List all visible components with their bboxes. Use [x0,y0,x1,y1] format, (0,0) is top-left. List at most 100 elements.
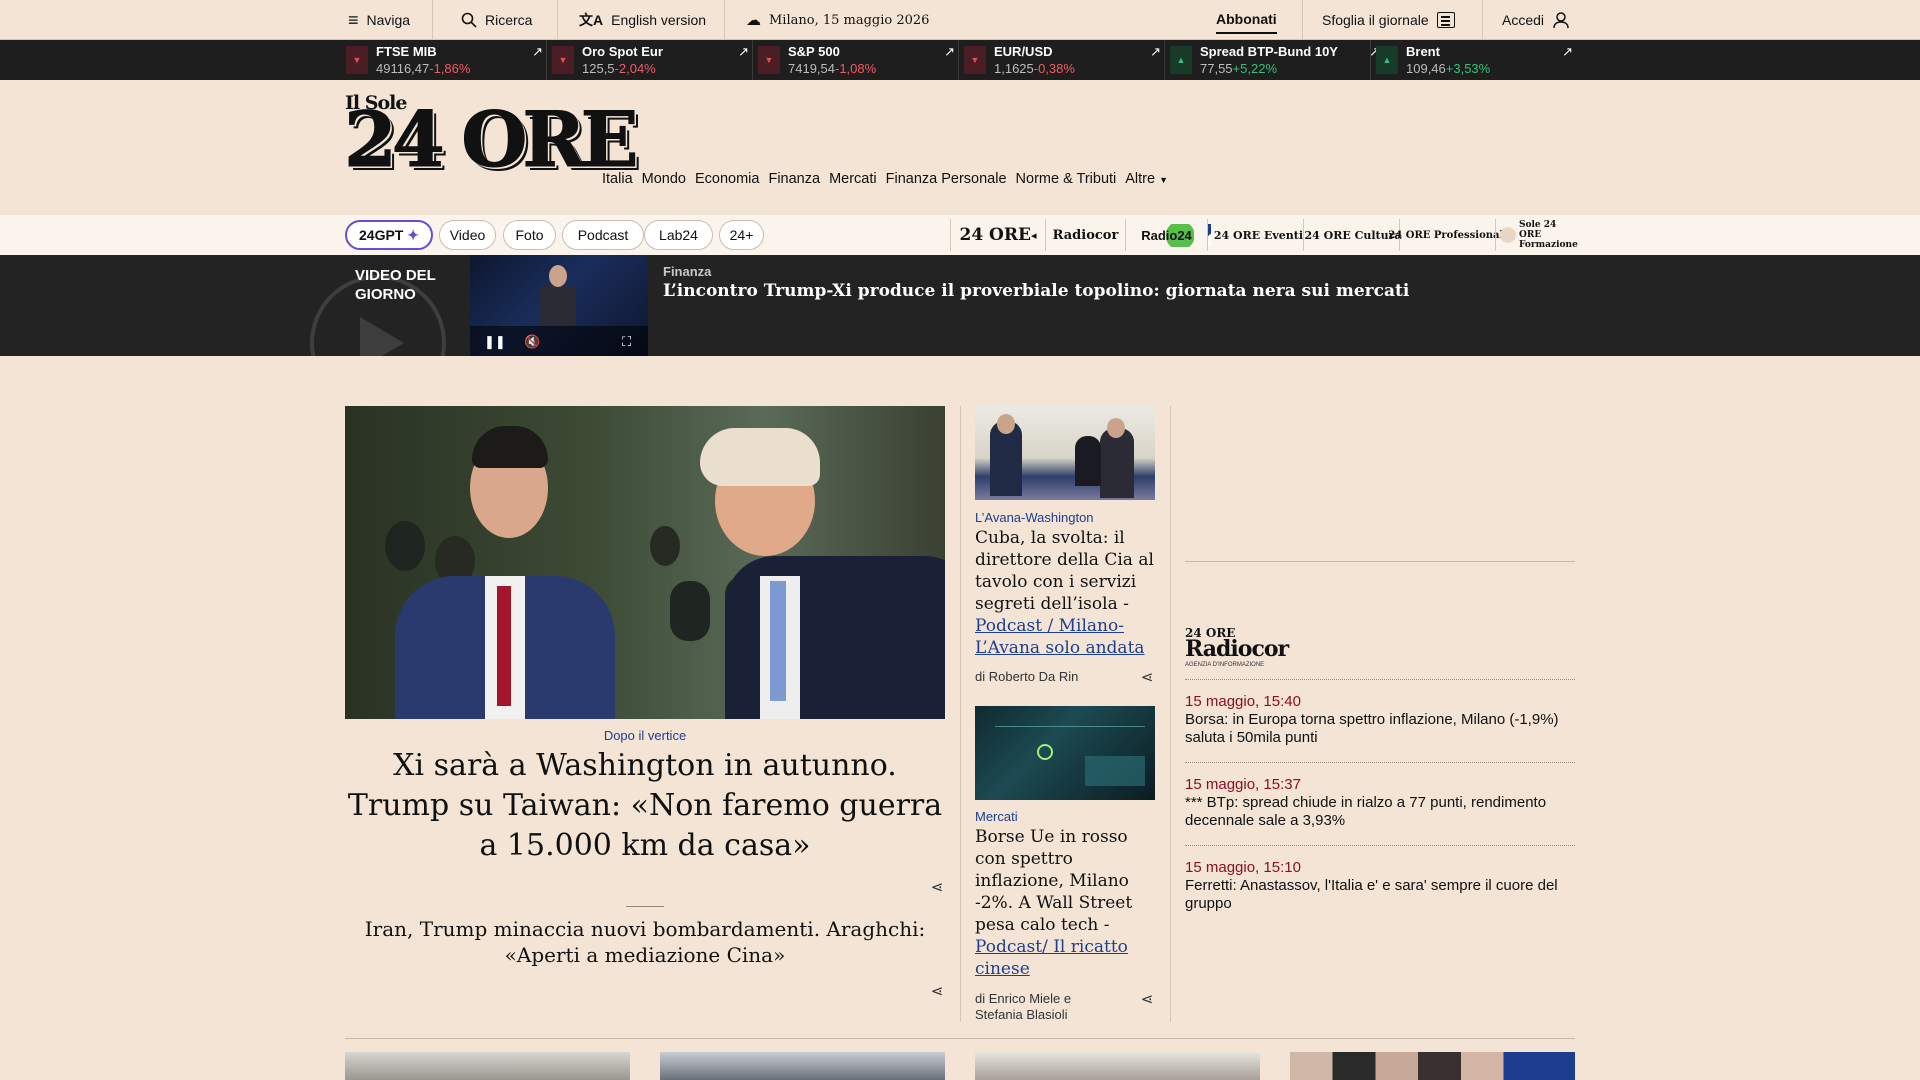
article-image[interactable] [660,1052,945,1080]
video-title[interactable]: L’incontro Trump-Xi produce il proverbia… [663,281,1409,301]
ticker-item[interactable]: ▼ S&P 500 7419,54-1,08% ↗ [758,40,963,80]
nav-item-mondo[interactable]: Mondo [642,171,686,187]
video-player[interactable]: ❚❚ 🔇 ⛶ [470,255,648,356]
hero-kicker[interactable]: Dopo il vertice [345,728,945,743]
fullscreen-icon[interactable]: ⛶ [622,334,631,350]
caret-down-icon: ▼ [1159,175,1169,185]
ticker-value: 77,55+5,22% [1200,61,1277,76]
nav-item-norme-tributi[interactable]: Norme & Tributi [1016,171,1117,187]
nav-item-finanza-personale[interactable]: Finanza Personale [886,171,1007,187]
logo-24-ore[interactable]: 24 ORE [344,101,640,178]
brand-radio24[interactable]: Radio24 [1125,219,1207,251]
news-item[interactable]: *** BTp: spread chiude in rialzo a 77 pu… [1185,794,1575,830]
nav-item-altre[interactable]: Altre ▼ [1125,171,1168,187]
divider [1185,845,1575,846]
up-arrow-icon: ▲ [1376,46,1398,74]
share-icon[interactable]: ⋖ [1138,991,1156,1009]
article-image[interactable] [1290,1052,1575,1080]
brand-24ore[interactable]: 24 ORE ◂ [950,219,1045,251]
translate-icon: 文A [579,12,604,28]
article-title[interactable]: Cuba, la svolta: il direttore della Cia … [975,527,1160,659]
external-arrow-icon[interactable]: ↗ [944,44,955,60]
weather-widget[interactable]: ☁ Milano, 15 maggio 2026 [746,0,929,40]
mute-icon[interactable]: 🔇 [524,334,540,350]
podcast-link[interactable]: Podcast / Milano-L’Avana solo andata [975,616,1145,658]
sfoglia-giornale-link[interactable]: Sfoglia il giornale [1322,0,1455,40]
share-icon[interactable]: ⋖ [1138,669,1156,687]
english-label: English version [611,12,707,28]
hero-subtitle[interactable]: Iran, Trump minaccia nuovi bombardamenti… [345,916,945,968]
article-kicker[interactable]: L’Avana-Washington [975,510,1094,525]
naviga-button[interactable]: ≡ Naviga [348,0,410,40]
external-arrow-icon[interactable]: ↗ [738,44,749,60]
podcast-link[interactable]: Podcast/ Il ricatto cinese [975,937,1128,979]
brand-24ore-professionale[interactable]: 24 ORE Professionale [1388,219,1510,251]
article-title[interactable]: Borse Ue in rosso con spettro inflazione… [975,826,1160,980]
newspaper-icon [1436,12,1455,28]
pill-foto[interactable]: Foto [503,220,556,250]
ticker-value: 7419,54-1,08% [788,61,877,76]
hamburger-icon: ≡ [348,9,359,30]
english-version-link[interactable]: 文A English version [579,0,706,40]
video-label: VIDEO DEL GIORNO [355,267,436,303]
article-image[interactable] [975,1052,1260,1080]
share-icon[interactable]: ⋖ [928,879,946,897]
nav-item-economia[interactable]: Economia [695,171,759,187]
radiocor-logo-sub: AGENZIA D'INFORMAZIONE [1185,662,1265,668]
share-icon[interactable]: ⋖ [928,983,946,1001]
ticker-item[interactable]: ▼ Oro Spot Eur 125,5-2,04% ↗ [552,40,757,80]
nav-item-mercati[interactable]: Mercati [829,171,877,187]
article-image-cuba[interactable] [975,406,1155,500]
brand-formazione[interactable]: Sole 24 ORE Formazione [1495,219,1578,251]
pill-24plus[interactable]: 24+ [719,220,764,250]
down-arrow-icon: ▼ [758,46,780,74]
search-label: Ricerca [485,12,533,28]
sfoglia-label: Sfoglia il giornale [1322,12,1429,28]
article-image[interactable] [345,1052,630,1080]
ticker-item[interactable]: ▼ EUR/USD 1,1625-0,38% ↗ [964,40,1169,80]
article-kicker[interactable]: Mercati [975,809,1018,824]
pill-podcast[interactable]: Podcast [562,220,644,250]
external-arrow-icon[interactable]: ↗ [1562,44,1573,60]
external-arrow-icon[interactable]: ↗ [1150,44,1161,60]
ticker-value: 49116,47-1,86% [376,61,471,76]
ticker-item[interactable]: ▲ Spread BTP-Bund 10Y 77,55+5,22% ↗ [1170,40,1380,80]
ticker-name: FTSE MIB [376,44,437,59]
radiocor-logo-text[interactable]: Radiocor [1185,636,1289,662]
ticker-value: 125,5-2,04% [582,61,656,76]
accedi-button[interactable]: Accedi [1502,0,1570,40]
divider [345,1038,1575,1039]
ticker-name: Brent [1406,44,1440,59]
video-thumbnail-person [540,263,576,325]
article-image-borse[interactable] [975,706,1155,800]
market-ticker: ▼ FTSE MIB 49116,47-1,86% ↗ ▼ Oro Spot E… [0,40,1920,80]
external-arrow-icon[interactable]: ↗ [532,44,543,60]
nav-item-italia[interactable]: Italia [602,171,633,187]
hero-image[interactable] [345,406,945,719]
pill-video[interactable]: Video [439,220,496,250]
brand-radiocor[interactable]: Radiocor [1045,219,1125,251]
down-arrow-icon: ▼ [552,46,574,74]
abbonati-link[interactable]: Abbonati [1216,6,1277,34]
brand-24ore-eventi[interactable]: 24 ORE Eventi [1207,219,1303,251]
news-item[interactable]: Borsa: in Europa torna spettro inflazion… [1185,711,1575,747]
pause-icon[interactable]: ❚❚ [484,334,506,350]
article-author: di Roberto Da Rin [975,669,1079,684]
nav-item-finanza[interactable]: Finanza [768,171,820,187]
hero-title[interactable]: Xi sarà a Washington in autunno. Trump s… [345,746,945,866]
main-nav: Italia Mondo Economia Finanza Mercati Fi… [602,171,1168,187]
cloud-rain-icon: ☁ [746,11,761,29]
divider [1185,561,1575,562]
brand-24ore-cultura[interactable]: 24 ORE Cultura [1303,219,1402,251]
pill-lab24[interactable]: Lab24 [644,220,713,250]
ticker-item[interactable]: ▼ FTSE MIB 49116,47-1,86% ↗ [346,40,551,80]
speaker-icon: ◂ [1030,228,1037,242]
divider [1185,762,1575,763]
pill-24gpt[interactable]: 24GPT ✦ [345,220,433,250]
video-category[interactable]: Finanza [663,264,711,279]
news-item[interactable]: Ferretti: Anastassov, l'Italia e' e sara… [1185,877,1575,913]
ticker-item[interactable]: ▲ Brent 109,46+3,53% ↗ [1376,40,1581,80]
user-icon [1553,12,1569,29]
search-button[interactable]: Ricerca [461,0,532,40]
search-icon [461,12,477,28]
